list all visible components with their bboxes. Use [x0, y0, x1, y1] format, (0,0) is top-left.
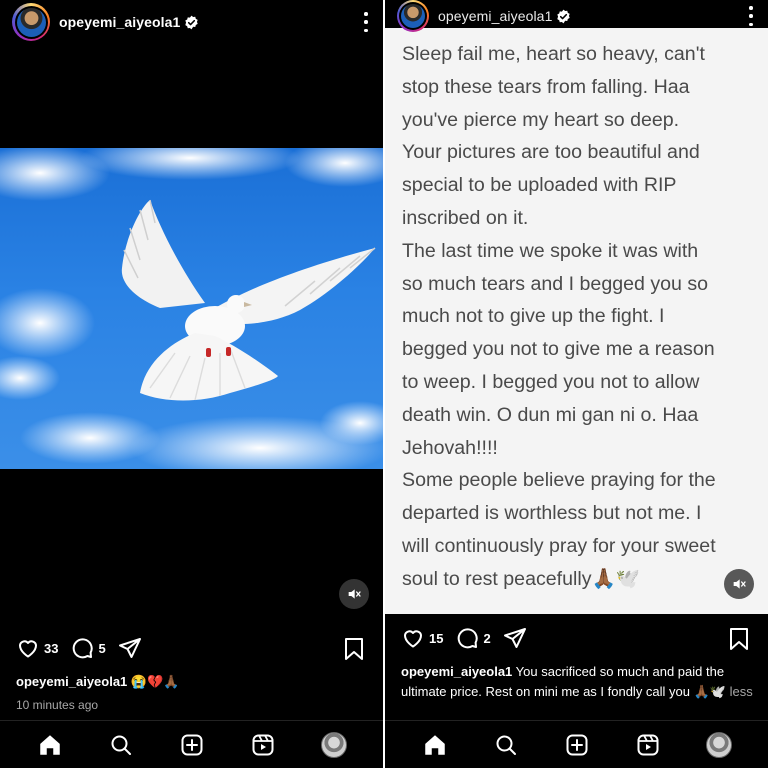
- save-button[interactable]: [343, 637, 365, 666]
- save-button[interactable]: [728, 627, 750, 656]
- post-timestamp: 10 minutes ago: [16, 698, 99, 712]
- heart-icon: [19, 640, 37, 658]
- nav-profile[interactable]: [319, 730, 349, 760]
- nav-search[interactable]: [106, 730, 136, 760]
- profile-avatar: [320, 731, 347, 758]
- comment-count: 5: [98, 640, 106, 656]
- right-post-panel: opeyemi_aiyeola1 Sleep fail me, heart so…: [385, 0, 768, 768]
- search-icon: [496, 735, 516, 755]
- home-icon: [424, 734, 445, 755]
- nav-create[interactable]: [177, 730, 207, 760]
- comment-icon: [73, 638, 94, 659]
- caption-username[interactable]: opeyemi_aiyeola1: [16, 674, 127, 689]
- comment-icon: [458, 628, 479, 649]
- reels-icon: [252, 734, 273, 755]
- dove-illustration: [0, 148, 383, 469]
- post-actions: 33 5: [0, 628, 383, 668]
- profile-avatar: [705, 731, 732, 758]
- bookmark-icon: [345, 638, 363, 660]
- avatar: [16, 7, 46, 37]
- reels-icon: [637, 734, 658, 755]
- comment-button[interactable]: 5: [70, 636, 106, 660]
- like-count: 33: [44, 640, 59, 656]
- post-caption: opeyemi_aiyeola1 😭💔🙏🏾: [16, 672, 371, 692]
- nav-profile[interactable]: [704, 730, 734, 760]
- post-header: opeyemi_aiyeola1: [385, 0, 768, 32]
- nav-search[interactable]: [491, 730, 521, 760]
- username[interactable]: opeyemi_aiyeola1: [59, 14, 180, 30]
- post-header: opeyemi_aiyeola1: [0, 0, 383, 44]
- more-vertical-icon[interactable]: [748, 6, 754, 26]
- speaker-muted-icon[interactable]: [339, 579, 369, 609]
- speaker-muted-icon[interactable]: [724, 569, 754, 599]
- post-image-dove[interactable]: [0, 148, 383, 469]
- caption-text: 😭💔🙏🏾: [130, 674, 180, 689]
- verified-badge-icon: [557, 9, 571, 23]
- send-icon: [118, 638, 141, 658]
- post-body-text: Sleep fail me, heart so heavy, can't sto…: [402, 43, 716, 590]
- nav-create[interactable]: [562, 730, 592, 760]
- bottom-nav: [385, 720, 768, 768]
- share-button[interactable]: [503, 626, 527, 650]
- less-link[interactable]: less: [730, 684, 753, 699]
- bottom-nav: [0, 720, 383, 768]
- story-avatar[interactable]: [12, 3, 50, 41]
- like-button[interactable]: 33: [16, 636, 58, 660]
- search-icon: [111, 735, 131, 755]
- home-icon: [39, 734, 60, 755]
- comment-count: 2: [483, 630, 491, 646]
- heart-icon: [404, 630, 422, 648]
- nav-home[interactable]: [420, 730, 450, 760]
- send-icon: [503, 628, 526, 648]
- post-caption: opeyemi_aiyeola1 You sacrificed so much …: [401, 662, 758, 702]
- bookmark-icon: [730, 628, 748, 650]
- more-vertical-icon[interactable]: [363, 12, 369, 32]
- caption-username[interactable]: opeyemi_aiyeola1: [401, 664, 512, 679]
- avatar: [401, 4, 425, 28]
- share-button[interactable]: [118, 636, 142, 660]
- username[interactable]: opeyemi_aiyeola1: [438, 8, 552, 24]
- nav-home[interactable]: [35, 730, 65, 760]
- comment-button[interactable]: 2: [455, 626, 491, 650]
- like-count: 15: [429, 630, 444, 646]
- post-text-card[interactable]: opeyemi_aiyeola1 Sleep fail me, heart so…: [385, 0, 768, 614]
- plus-square-icon: [181, 734, 202, 755]
- nav-reels[interactable]: [248, 730, 278, 760]
- post-actions: 15 2: [385, 618, 768, 658]
- plus-square-icon: [566, 734, 587, 755]
- like-button[interactable]: 15: [401, 626, 443, 650]
- story-avatar[interactable]: [397, 0, 429, 32]
- left-post-panel: opeyemi_aiyeola1 33 5 opeyemi_aiyeola1 😭…: [0, 0, 383, 768]
- verified-badge-icon: [185, 15, 199, 29]
- nav-reels[interactable]: [633, 730, 663, 760]
